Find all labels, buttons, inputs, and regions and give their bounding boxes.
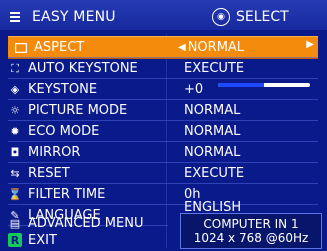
menu-item-aspect[interactable]: ASPECT ◀ NORMAL ▶	[8, 36, 318, 59]
row-divider	[8, 141, 318, 142]
select-button-icon: ◉	[212, 8, 230, 26]
slider-fill	[218, 83, 264, 87]
menu-header: EASY MENU ◉ SELECT	[0, 0, 327, 30]
aspect-value-text: NORMAL	[187, 40, 245, 55]
menu-item-text: AUTO KEYSTONE	[28, 60, 138, 76]
mirror-value[interactable]: NORMAL	[184, 143, 314, 161]
menu-item-text: ASPECT	[34, 40, 85, 55]
mirror-icon: ◘	[10, 145, 20, 159]
row-divider	[8, 183, 318, 184]
advanced-menu-icon: ▤	[9, 216, 21, 230]
menu-item-label: ASPECT	[14, 38, 84, 57]
menu-item-text: RESET	[28, 165, 70, 181]
menu-icon	[8, 10, 22, 24]
reset-icon: ⇆	[10, 166, 20, 180]
menu-item-text: MIRROR	[28, 144, 81, 160]
menu-item-text: ECO MODE	[28, 123, 100, 139]
menu-item-filter-time[interactable]: ⌛ FILTER TIME	[8, 185, 160, 203]
select-hint-text: SELECT	[236, 9, 289, 25]
menu-item-text: FILTER TIME	[28, 186, 106, 202]
arrow-right-icon[interactable]: ▶	[306, 39, 314, 50]
menu-title-text: EASY MENU	[32, 9, 116, 25]
menu-item-text: EXIT	[28, 232, 57, 248]
input-status-box: COMPUTER IN 1 1024 x 768 @60Hz	[180, 213, 322, 249]
row-divider	[8, 57, 318, 58]
menu-title: EASY MENU	[8, 8, 203, 26]
exit-icon: R	[8, 233, 22, 247]
menu-item-text: KEYSTONE	[28, 81, 98, 97]
row-divider	[8, 99, 318, 100]
menu-item-picture-mode[interactable]: ☼ PICTURE MODE	[8, 101, 160, 119]
aspect-icon	[14, 41, 28, 55]
picture-mode-value[interactable]: NORMAL	[184, 101, 314, 119]
keystone-icon: ◈	[10, 82, 20, 96]
auto-keystone-value[interactable]: EXECUTE	[184, 59, 314, 77]
menu-item-eco-mode[interactable]: ✹ ECO MODE	[8, 122, 160, 140]
menu-item-exit[interactable]: R EXIT	[8, 231, 160, 249]
row-divider	[8, 162, 318, 163]
picture-mode-icon: ☼	[10, 103, 20, 117]
row-divider	[8, 78, 318, 79]
eco-mode-icon: ✹	[10, 124, 20, 138]
menu-item-advanced-menu[interactable]: ▤ ADVANCED MENU	[8, 214, 160, 232]
resolution-text: 1024 x 768 @60Hz	[193, 231, 309, 245]
eco-mode-value[interactable]: NORMAL	[184, 122, 314, 140]
menu-item-mirror[interactable]: ◘ MIRROR	[8, 143, 160, 161]
menu-item-auto-keystone[interactable]: ⛶ AUTO KEYSTONE	[8, 59, 160, 77]
input-source-text: COMPUTER IN 1	[203, 217, 299, 231]
filter-time-icon: ⌛	[8, 187, 22, 201]
aspect-value[interactable]: ◀ NORMAL	[178, 38, 244, 57]
row-divider	[8, 120, 318, 121]
menu-item-keystone[interactable]: ◈ KEYSTONE	[8, 80, 160, 98]
reset-value[interactable]: EXECUTE	[184, 164, 314, 182]
menu-item-text: ADVANCED MENU	[28, 215, 144, 231]
easy-menu-osd: EASY MENU ◉ SELECT ASPECT ◀ NORMAL ▶ ⛶ A…	[0, 0, 327, 251]
select-hint: ◉ SELECT	[212, 8, 322, 26]
menu-item-reset[interactable]: ⇆ RESET	[8, 164, 160, 182]
keystone-slider[interactable]	[218, 80, 310, 90]
keystone-auto-icon: ⛶	[11, 61, 19, 75]
arrow-left-icon[interactable]: ◀	[178, 42, 186, 53]
menu-item-text: PICTURE MODE	[28, 102, 128, 118]
